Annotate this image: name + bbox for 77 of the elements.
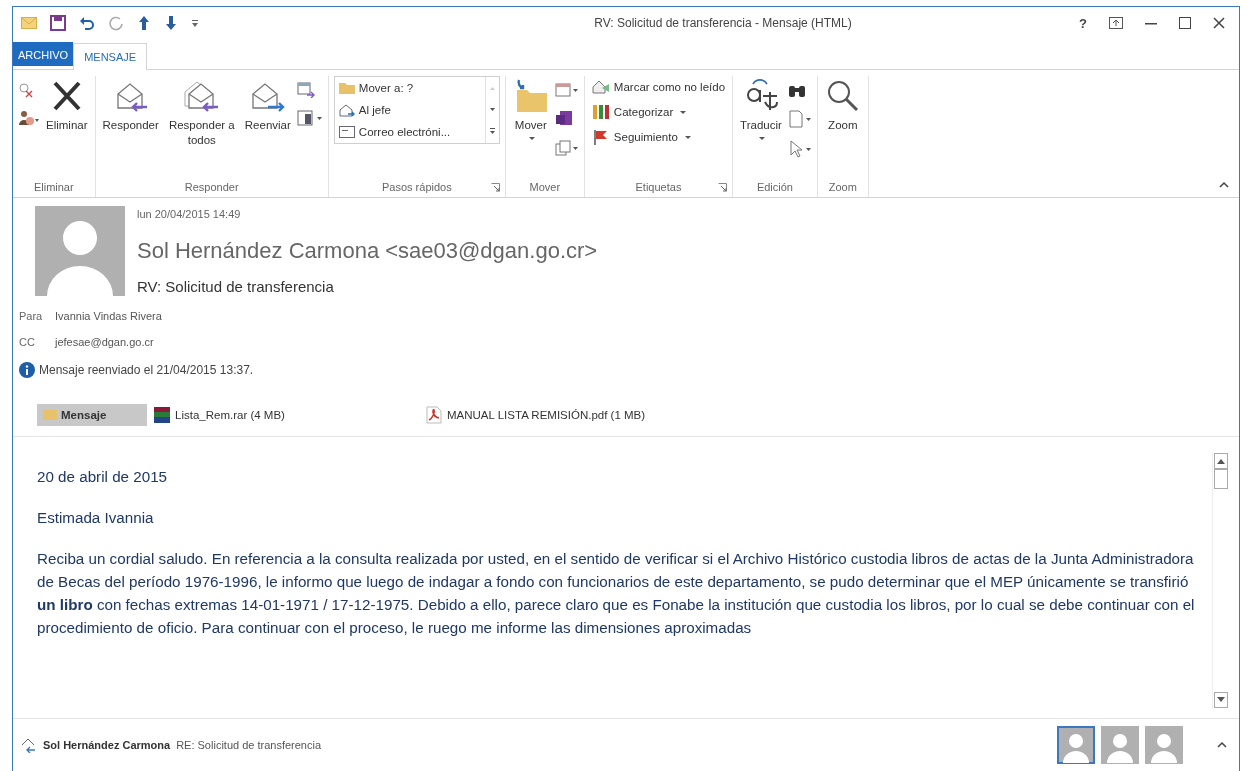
message-subject: RV: Solicitud de transferencia (137, 278, 334, 295)
collapse-icon[interactable] (1219, 181, 1229, 189)
pdf-icon (425, 406, 443, 424)
group-label: Mover (529, 181, 561, 193)
help-button[interactable]: ? (1079, 15, 1087, 31)
expand-icon[interactable] (1217, 741, 1227, 749)
folder-icon (338, 82, 355, 94)
envelope-icon (338, 126, 355, 138)
reply-icon (21, 737, 37, 753)
quick-step[interactable]: Al jefe (334, 99, 485, 121)
scroll-down-icon[interactable] (1217, 697, 1225, 703)
envelope-arrow-icon (338, 103, 355, 117)
quick-step[interactable]: Mover a: ? (334, 77, 485, 99)
actions-icon[interactable] (554, 140, 579, 156)
group-label: Edición (756, 181, 793, 193)
scrollbar[interactable] (1212, 453, 1229, 708)
maximize-icon[interactable] (1179, 17, 1191, 29)
ribbon-button[interactable]: Seguimiento (589, 126, 728, 148)
customize-icon[interactable] (191, 18, 199, 28)
info-text: Mensaje reenviado el 21/04/2015 13:37. (39, 363, 254, 377)
quick-step[interactable]: Correo electróni... (334, 121, 485, 143)
ribbon-tab[interactable]: MENSAJE (73, 43, 148, 70)
envelope-icon (43, 409, 57, 421)
save-icon[interactable] (50, 15, 66, 31)
attachment[interactable]: Mensaje (37, 404, 147, 426)
dialog-launcher-icon[interactable] (718, 183, 728, 192)
rules-icon[interactable] (554, 82, 579, 98)
recipient-name[interactable]: Ivannia Vindas Rivera (55, 310, 162, 322)
ribbon-button[interactable]: Mover (510, 76, 551, 142)
info-icon (19, 362, 35, 378)
ribbon-button[interactable]: Marcar como no leído (589, 76, 728, 98)
ribbon-button[interactable]: Reenviar (242, 76, 293, 135)
people-pane-subject: RE: Solicitud de transferencia (176, 739, 323, 751)
down-arrow-icon[interactable] (164, 15, 178, 31)
archive-icon (153, 406, 171, 424)
scroll-up-icon[interactable] (1217, 458, 1225, 464)
flag-icon (591, 129, 610, 145)
attachment[interactable]: Lista_Rem.rar (4 MB) (147, 404, 419, 426)
more-respond-icon[interactable] (296, 110, 323, 126)
group-label: Etiquetas (635, 181, 682, 193)
body-paragraph: Estimada Ivannia (37, 508, 155, 528)
group-label: Pasos rápidos (382, 181, 452, 193)
group-label: Zoom (828, 181, 857, 193)
ribbon-button[interactable]: Responder (100, 76, 161, 135)
envelope-icon (21, 17, 37, 29)
scroll-thumb[interactable] (1214, 469, 1228, 489)
ribbon-button[interactable]: Zoom (822, 76, 863, 135)
ribbon-display-icon[interactable] (1109, 17, 1123, 29)
mark-unread-icon (591, 79, 610, 95)
recipient-name[interactable]: jefesae@dgan.go.cr (55, 336, 154, 348)
up-arrow-icon[interactable] (137, 15, 151, 31)
sender-name: Sol Hernández Carmona <sae03@dgan.go.cr> (137, 238, 598, 264)
ribbon-button[interactable]: Categorizar (589, 101, 728, 123)
meeting-reply-icon[interactable] (296, 82, 315, 98)
message-date: lun 20/04/2015 14:49 (137, 208, 241, 220)
people-pane-sender: Sol Hernández Carmona (43, 739, 171, 751)
categories-icon (591, 104, 610, 120)
recipient-label: CC (19, 336, 36, 348)
attachment[interactable]: MANUAL LISTA REMISIÓN.pdf (1 MB) (419, 404, 652, 426)
body-paragraph: 20 de abril de 2015 (37, 467, 169, 487)
group-label: Eliminar (33, 181, 74, 193)
dialog-launcher-icon[interactable] (490, 183, 500, 192)
body-paragraph: Reciba un cordial saludo. En referencia a la consulta realizada por usted, en el sentido de verificar si el Archivo Histórico custodia libros de actas de la Junta Administradora de Becas del período 1976-1996, le informo que luego de indagar a fondo con funcionarios de este departamento, se pudo determinar que el MEP únicamente se transfirió un libro con fechas extremas 14-01-1971 / 17-12-1975. Debido a ello, parece claro que es Fonabe la institución que custodia los libros, por lo cual se debe continuar con el procedimiento de oficio. Para continuar con el proceso, le ruego me informe las dimensiones aproximadas (37, 549, 1196, 638)
window-title: RV: Solicitud de transferencia - Mensaje (HTML) (593, 16, 853, 30)
ribbon-button[interactable]: Traducir (738, 76, 784, 142)
people-icon[interactable] (18, 110, 40, 126)
group-label: Responder (184, 181, 239, 193)
onenote-icon[interactable] (554, 110, 573, 128)
cursor-icon[interactable] (787, 140, 812, 158)
ribbon-button[interactable]: Responder a todos (164, 76, 239, 150)
ribbon-tab[interactable]: ARCHIVO (13, 42, 74, 66)
contact-avatar[interactable] (1057, 726, 1095, 764)
undo-icon[interactable] (79, 15, 95, 31)
ribbon-button[interactable]: Eliminar (44, 76, 90, 135)
close-icon[interactable] (1213, 17, 1225, 29)
ignore-icon[interactable] (18, 82, 34, 98)
document-icon[interactable] (787, 110, 812, 128)
